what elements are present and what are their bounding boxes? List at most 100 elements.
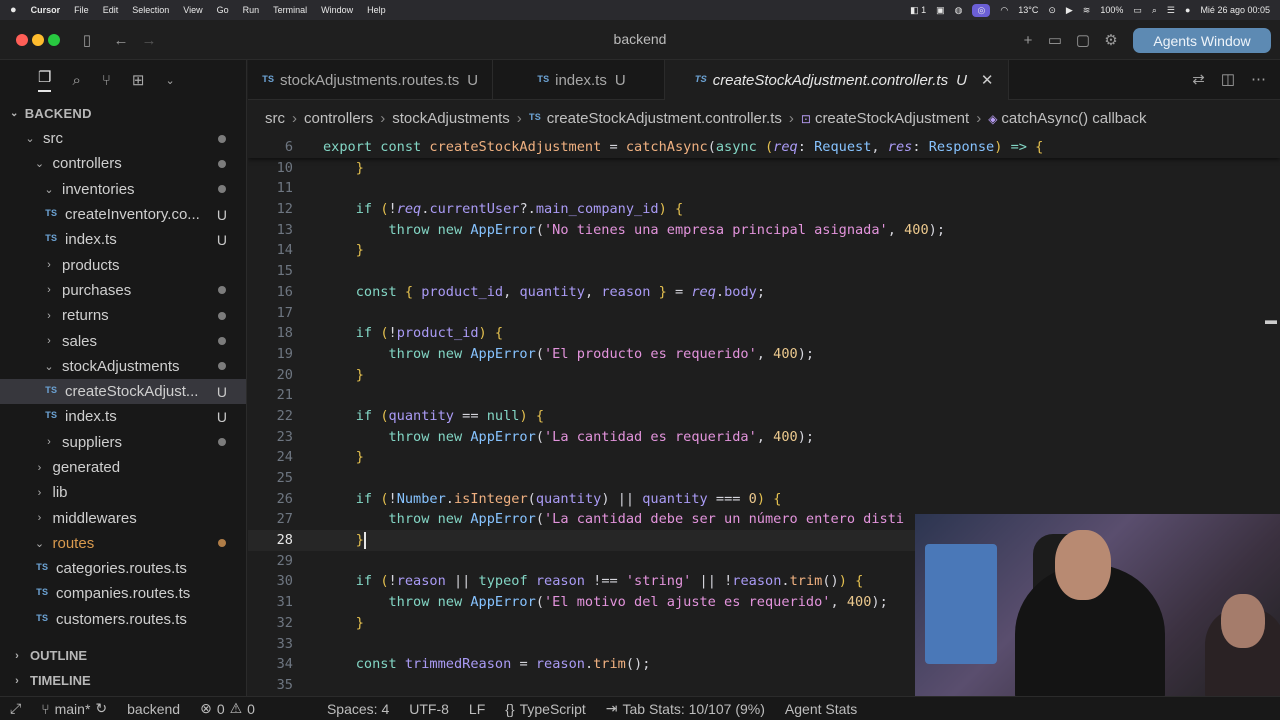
control-pill-icon[interactable]: ◎ — [972, 3, 991, 17]
problems-indicator[interactable]: ⊗ 0 ⚠ 0 — [200, 700, 255, 717]
toggle-sidebar-icon[interactable]: ▯ — [77, 30, 97, 50]
code-line[interactable]: 23 throw new AppError('La cantidad es re… — [248, 427, 1280, 448]
record-icon[interactable]: ⊙ — [1048, 5, 1056, 16]
wifi-icon[interactable]: ◠ — [1000, 5, 1008, 16]
tree-folder-item[interactable]: › products — [0, 252, 246, 277]
more-actions-icon[interactable]: ⋯ — [1251, 70, 1266, 88]
chat-icon[interactable]: ▢ — [1073, 30, 1093, 50]
tree-file-item[interactable]: TS customers.routes.ts — [0, 607, 246, 632]
tree-file-item[interactable]: TS createInventory.co... U — [0, 202, 246, 227]
code-line[interactable]: 24 } — [248, 447, 1280, 468]
files-icon[interactable]: ❐ — [38, 68, 52, 92]
screen-icon[interactable]: ▣ — [936, 5, 945, 16]
code-line[interactable]: 15 — [248, 261, 1280, 282]
tab-create-stock-adjustment[interactable]: TS createStockAdjustment.controller.ts U… — [664, 60, 1009, 100]
menu-selection[interactable]: Selection — [132, 5, 169, 15]
tree-folder-item[interactable]: ⌄ controllers — [0, 151, 246, 176]
tree-folder-item[interactable]: ⌄ stockAdjustments — [0, 354, 246, 379]
code-line[interactable]: 17 — [248, 303, 1280, 324]
breadcrumb-item[interactable]: src — [265, 110, 285, 127]
back-arrow-icon[interactable]: ← — [111, 30, 131, 50]
tab-stockadjustments-routes[interactable]: TS stockAdjustments.routes.ts U — [248, 60, 494, 100]
encoding-setting[interactable]: UTF-8 — [409, 701, 449, 717]
tree-file-item[interactable]: TS index.ts U — [0, 227, 246, 252]
tree-folder-item[interactable]: › lib — [0, 480, 246, 505]
split-editor-icon[interactable]: ◫ — [1221, 70, 1235, 88]
git-branch[interactable]: ⑂ main* ↻ — [41, 700, 107, 717]
extensions-icon[interactable]: ⊞ — [132, 71, 145, 89]
tree-folder-item[interactable]: › generated — [0, 455, 246, 480]
code-line[interactable]: 11 — [248, 178, 1280, 199]
tab-stats[interactable]: ⇥ Tab Stats: 10/107 (9%) — [606, 700, 765, 717]
workspace-name[interactable]: backend — [127, 701, 180, 717]
compare-changes-icon[interactable]: ⇄ — [1192, 70, 1205, 88]
code-line[interactable]: 12 if (!req.currentUser?.main_company_id… — [248, 199, 1280, 220]
remote-indicator[interactable]: ⤢ — [10, 700, 21, 717]
indentation-setting[interactable]: Spaces: 4 — [327, 701, 389, 717]
tree-folder-item[interactable]: ⌄ src — [0, 126, 246, 151]
explorer-section-header[interactable]: ⌄ BACKEND — [0, 100, 246, 126]
source-control-icon[interactable]: ⑂ — [102, 72, 111, 89]
spotlight-icon[interactable]: ⌕ — [1152, 5, 1157, 16]
code-line[interactable]: 19 throw new AppError('El producto es re… — [248, 344, 1280, 365]
network-icon[interactable]: ≋ — [1083, 5, 1091, 16]
code-line[interactable]: 25 — [248, 468, 1280, 489]
tree-file-item[interactable]: TS companies.routes.ts — [0, 581, 246, 606]
menu-help[interactable]: Help — [367, 5, 386, 15]
breadcrumb-item[interactable]: createStockAdjustment — [815, 110, 969, 127]
code-line[interactable]: 16 const { product_id, quantity, reason … — [248, 282, 1280, 303]
timeline-section[interactable]: › TIMELINE — [0, 668, 247, 693]
tree-file-item[interactable]: TS createStockAdjust... U — [0, 378, 246, 405]
weather-temp[interactable]: 13°C — [1018, 5, 1038, 15]
menu-terminal[interactable]: Terminal — [273, 5, 307, 15]
menu-window[interactable]: Window — [321, 5, 353, 15]
overview-ruler-marker-icon[interactable]: ▬ — [1265, 310, 1277, 330]
code-line[interactable]: 6 export const createStockAdjustment = ca… — [248, 137, 1280, 158]
vpn-icon[interactable]: ◍ — [955, 5, 963, 16]
tree-folder-item[interactable]: ⌄ inventories — [0, 177, 246, 202]
code-line[interactable]: 26 if (!Number.isInteger(quantity) || qu… — [248, 489, 1280, 510]
eol-setting[interactable]: LF — [469, 701, 485, 717]
battery-percent[interactable]: 100% — [1100, 5, 1123, 15]
layout-icon[interactable]: ▭ — [1045, 30, 1065, 50]
apple-icon[interactable]: ● — [10, 4, 17, 16]
code-line[interactable]: 10 } — [248, 158, 1280, 179]
menu-run[interactable]: Run — [243, 5, 260, 15]
window-close-button[interactable] — [16, 34, 28, 46]
new-plus-icon[interactable]: + — [1018, 30, 1038, 50]
window-maximize-button[interactable] — [48, 34, 60, 46]
breadcrumb-item[interactable]: createStockAdjustment.controller.ts — [547, 110, 782, 127]
code-line[interactable]: 14 } — [248, 240, 1280, 261]
settings-gear-icon[interactable]: ⚙ — [1101, 30, 1121, 50]
code-line[interactable]: 22 if (quantity == null) { — [248, 406, 1280, 427]
siri-icon[interactable]: ● — [1185, 5, 1190, 15]
breadcrumb-item[interactable]: controllers — [304, 110, 373, 127]
menu-app-name[interactable]: Cursor — [31, 5, 61, 15]
tab-index[interactable]: TS index.ts U — [493, 60, 665, 100]
language-mode[interactable]: {} TypeScript — [505, 701, 586, 717]
menu-go[interactable]: Go — [217, 5, 229, 15]
tree-folder-item[interactable]: › middlewares — [0, 505, 246, 530]
tree-folder-item[interactable]: › suppliers — [0, 430, 246, 455]
menu-view[interactable]: View — [183, 5, 202, 15]
play-icon[interactable]: ▶ — [1066, 5, 1073, 16]
window-minimize-button[interactable] — [32, 34, 44, 46]
code-line[interactable]: 21 — [248, 385, 1280, 406]
agent-stats[interactable]: Agent Stats — [785, 701, 857, 717]
breadcrumb-item[interactable]: stockAdjustments — [392, 110, 510, 127]
menu-file[interactable]: File — [74, 5, 89, 15]
status-badge[interactable]: ◧ 1 — [910, 5, 926, 16]
tree-folder-item[interactable]: › purchases — [0, 278, 246, 303]
code-line[interactable]: 20 } — [248, 365, 1280, 386]
search-icon[interactable]: ⌕ — [72, 72, 80, 89]
control-center-icon[interactable]: ☰ — [1167, 5, 1175, 16]
forward-arrow-icon[interactable]: → — [139, 30, 159, 50]
tree-folder-item[interactable]: ⌄ routes — [0, 531, 246, 556]
code-line[interactable]: 13 throw new AppError('No tienes una emp… — [248, 220, 1280, 241]
clock[interactable]: Mié 26 ago 00:05 — [1200, 5, 1270, 15]
tree-file-item[interactable]: TS index.ts U — [0, 404, 246, 429]
tree-file-item[interactable]: TS categories.routes.ts — [0, 556, 246, 581]
agents-window-button[interactable]: Agents Window — [1133, 28, 1271, 53]
outline-section[interactable]: › OUTLINE — [0, 643, 247, 668]
tab-close-icon[interactable]: ✕ — [981, 71, 994, 89]
